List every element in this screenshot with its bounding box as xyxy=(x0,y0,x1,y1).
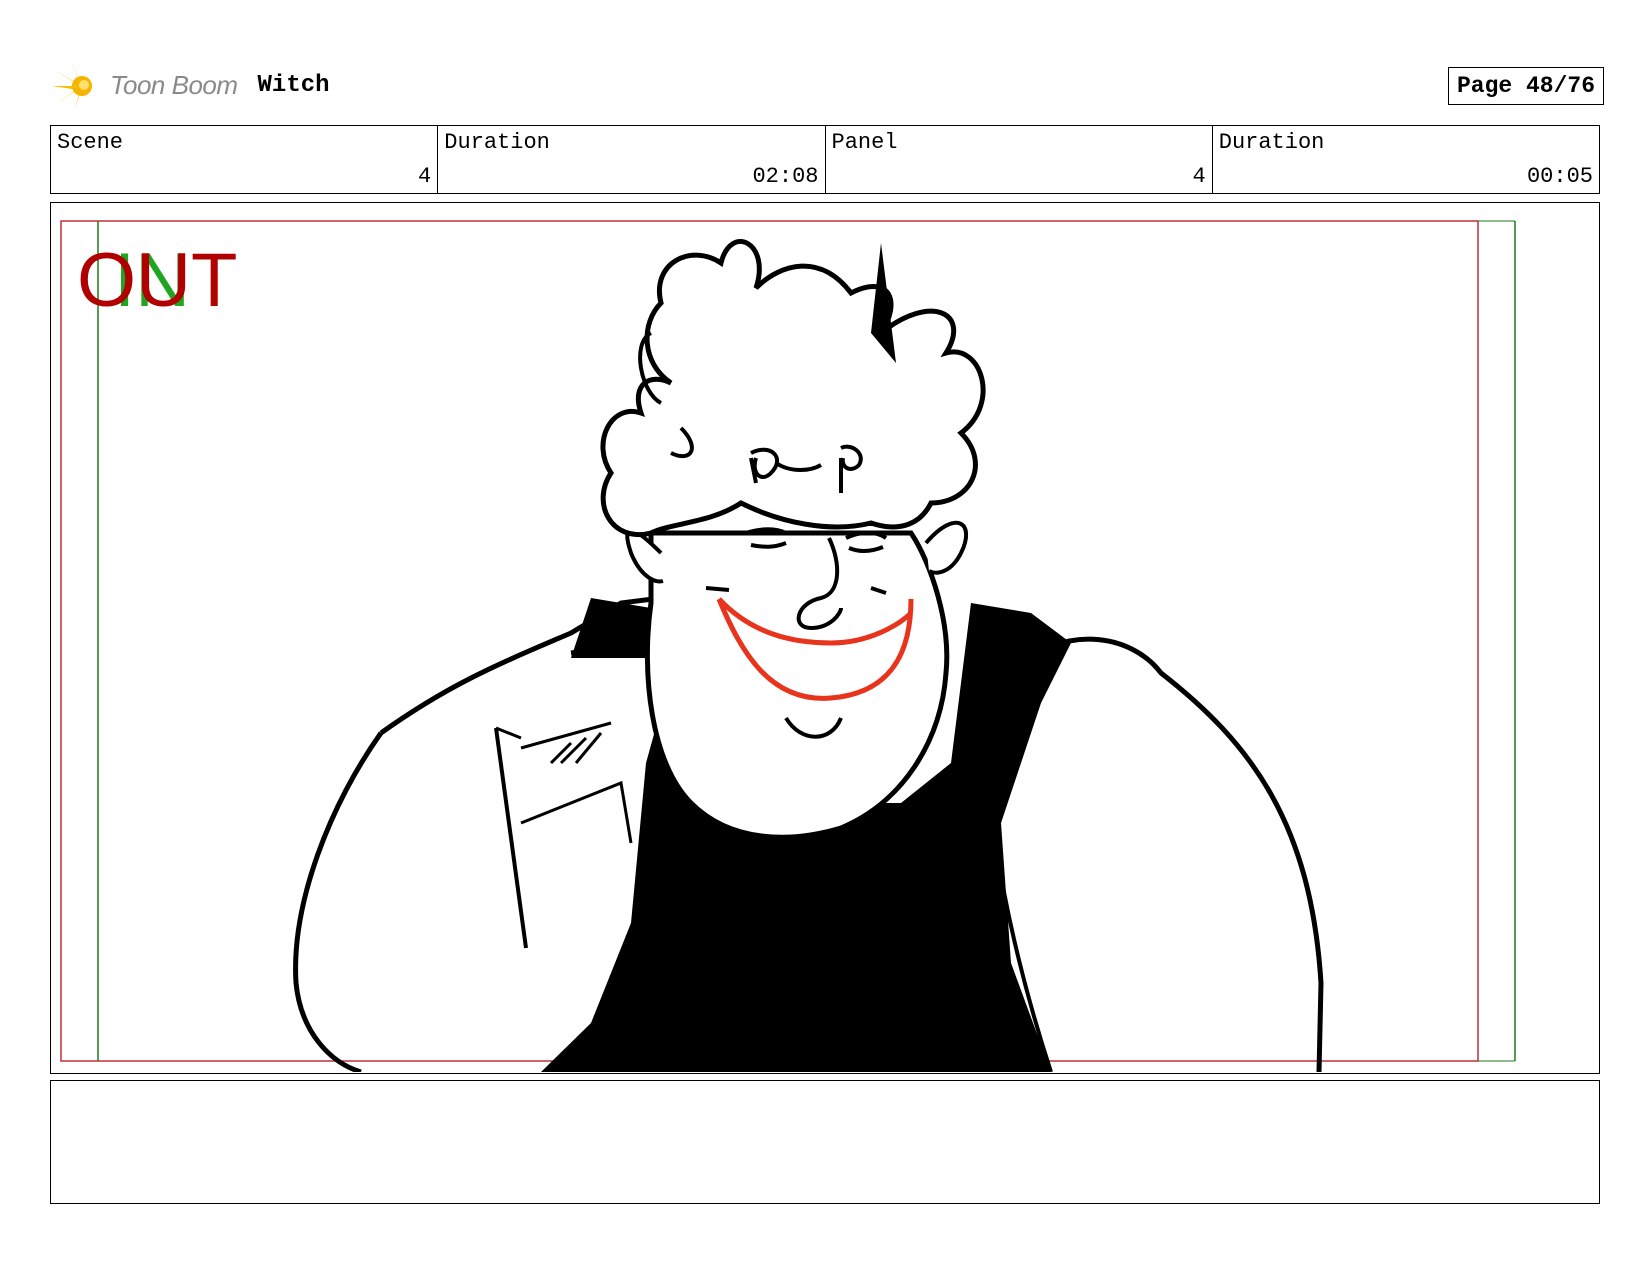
scene-duration-cell: Duration 02:08 xyxy=(438,126,826,193)
scene-label: Scene xyxy=(57,130,124,155)
panel-duration-value: 00:05 xyxy=(1526,164,1593,189)
panel-notes xyxy=(50,1080,1600,1204)
character-face xyxy=(644,530,950,840)
panel-value: 4 xyxy=(1192,164,1206,189)
page-number: Page 48/76 xyxy=(1447,67,1604,105)
character-hair xyxy=(600,239,986,537)
storyboard-panel: IN OUT xyxy=(50,202,1600,1074)
character-right-arm xyxy=(1009,636,1324,1072)
sun-icon xyxy=(52,60,92,110)
page-header: Toon Boom Witch Page 48/76 xyxy=(52,58,1604,112)
scene-cell: Scene 4 xyxy=(51,126,439,193)
scene-duration-label: Duration xyxy=(444,130,550,155)
panel-duration-label: Duration xyxy=(1218,130,1325,155)
scene-duration-value: 02:08 xyxy=(752,164,819,189)
panel-info-table: Scene 4 Duration 02:08 Panel 4 Duration … xyxy=(50,125,1600,194)
out-label: OUT xyxy=(77,238,238,323)
panel-duration-cell: Duration 00:05 xyxy=(1213,126,1599,193)
logo-text: Toon Boom xyxy=(110,69,238,100)
project-title: Witch xyxy=(257,71,330,99)
panel-label: Panel xyxy=(831,130,898,155)
panel-cell: Panel 4 xyxy=(826,126,1213,193)
toon-boom-logo: Toon Boom Witch xyxy=(52,58,330,112)
panel-drawing xyxy=(60,220,1516,1072)
scene-value: 4 xyxy=(418,164,432,189)
character-left-arm xyxy=(293,731,384,1072)
